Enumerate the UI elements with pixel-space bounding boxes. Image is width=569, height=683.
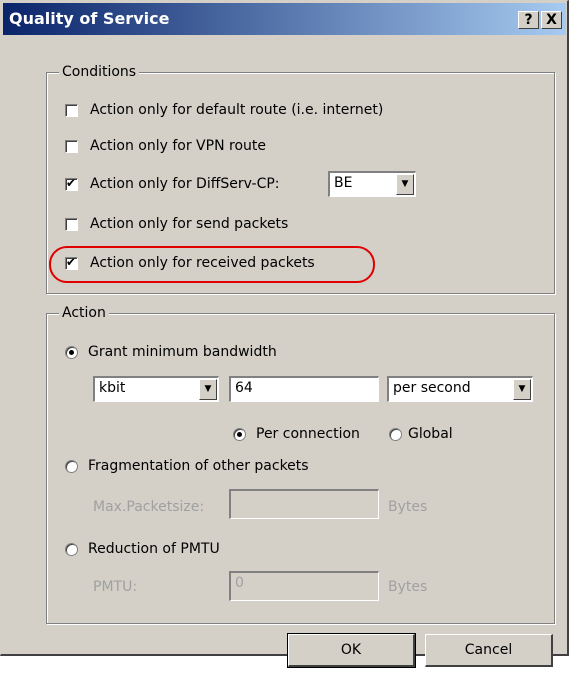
qos-dialog: Quality of Service ? X Conditions Action… — [0, 0, 569, 668]
grant-label: Grant minimum bandwidth — [88, 344, 277, 360]
condition-default-route[interactable]: Action only for default route (i.e. inte… — [65, 99, 383, 121]
cancel-button[interactable]: Cancel — [425, 634, 553, 667]
checkbox-default-route[interactable] — [65, 103, 78, 117]
radio-grant-bandwidth[interactable] — [65, 345, 78, 359]
global-label: Global — [408, 426, 453, 442]
pmtu-label: PMTU: — [93, 579, 138, 595]
condition-diffserv[interactable]: Action only for DiffServ-CP: — [65, 173, 280, 195]
grant-bandwidth-option[interactable]: Grant minimum bandwidth — [65, 341, 277, 363]
radio-pmtu-reduction[interactable] — [65, 542, 78, 556]
radio-global[interactable] — [389, 427, 402, 441]
checkbox-vpn-route[interactable] — [65, 139, 78, 153]
condition-send-packets[interactable]: Action only for send packets — [65, 213, 288, 235]
diffserv-select[interactable]: BE ▼ — [328, 171, 416, 197]
title-bar[interactable]: Quality of Service ? X — [3, 3, 566, 35]
chevron-down-icon[interactable]: ▼ — [396, 174, 414, 195]
close-button[interactable]: X — [541, 11, 562, 29]
rate-value: per second — [393, 380, 471, 396]
per-connection-option[interactable]: Per connection — [233, 423, 360, 445]
ok-button[interactable]: OK — [287, 633, 416, 668]
checkbox-diffserv[interactable] — [65, 176, 78, 191]
max-packetsize-input[interactable] — [229, 489, 379, 519]
condition-label: Action only for VPN route — [90, 138, 266, 154]
window-title: Quality of Service — [9, 9, 170, 28]
bandwidth-value: 64 — [235, 380, 253, 396]
fragmentation-option[interactable]: Fragmentation of other packets — [65, 455, 309, 477]
fragmentation-label: Fragmentation of other packets — [88, 458, 309, 474]
condition-label: Action only for DiffServ-CP: — [90, 176, 280, 192]
chevron-down-icon[interactable]: ▼ — [199, 379, 217, 400]
pmtu-reduction-option[interactable]: Reduction of PMTU — [65, 538, 220, 560]
pmtu-input[interactable]: 0 — [229, 571, 379, 601]
condition-label: Action only for default route (i.e. inte… — [90, 102, 384, 118]
rate-select[interactable]: per second ▼ — [387, 376, 533, 402]
bytes-label: Bytes — [388, 579, 428, 595]
radio-fragmentation[interactable] — [65, 459, 78, 473]
highlight-annotation — [49, 246, 375, 283]
unit-value: kbit — [99, 380, 126, 396]
chevron-down-icon[interactable]: ▼ — [513, 379, 531, 400]
global-option[interactable]: Global — [389, 423, 453, 445]
pmtu-reduction-label: Reduction of PMTU — [88, 541, 220, 557]
radio-per-connection[interactable] — [233, 427, 246, 441]
max-packetsize-label: Max.Packetsize: — [93, 499, 205, 515]
per-connection-label: Per connection — [256, 426, 360, 442]
checkbox-send-packets[interactable] — [65, 217, 78, 231]
condition-vpn-route[interactable]: Action only for VPN route — [65, 135, 266, 157]
pmtu-value: 0 — [235, 575, 244, 591]
diffserv-value: BE — [334, 175, 353, 191]
help-button[interactable]: ? — [518, 11, 539, 29]
condition-label: Action only for send packets — [90, 216, 289, 232]
conditions-legend: Conditions — [59, 63, 140, 81]
bandwidth-input[interactable]: 64 — [229, 376, 379, 402]
bytes-label: Bytes — [388, 499, 428, 515]
action-legend: Action — [59, 304, 109, 322]
unit-select[interactable]: kbit ▼ — [93, 376, 219, 402]
